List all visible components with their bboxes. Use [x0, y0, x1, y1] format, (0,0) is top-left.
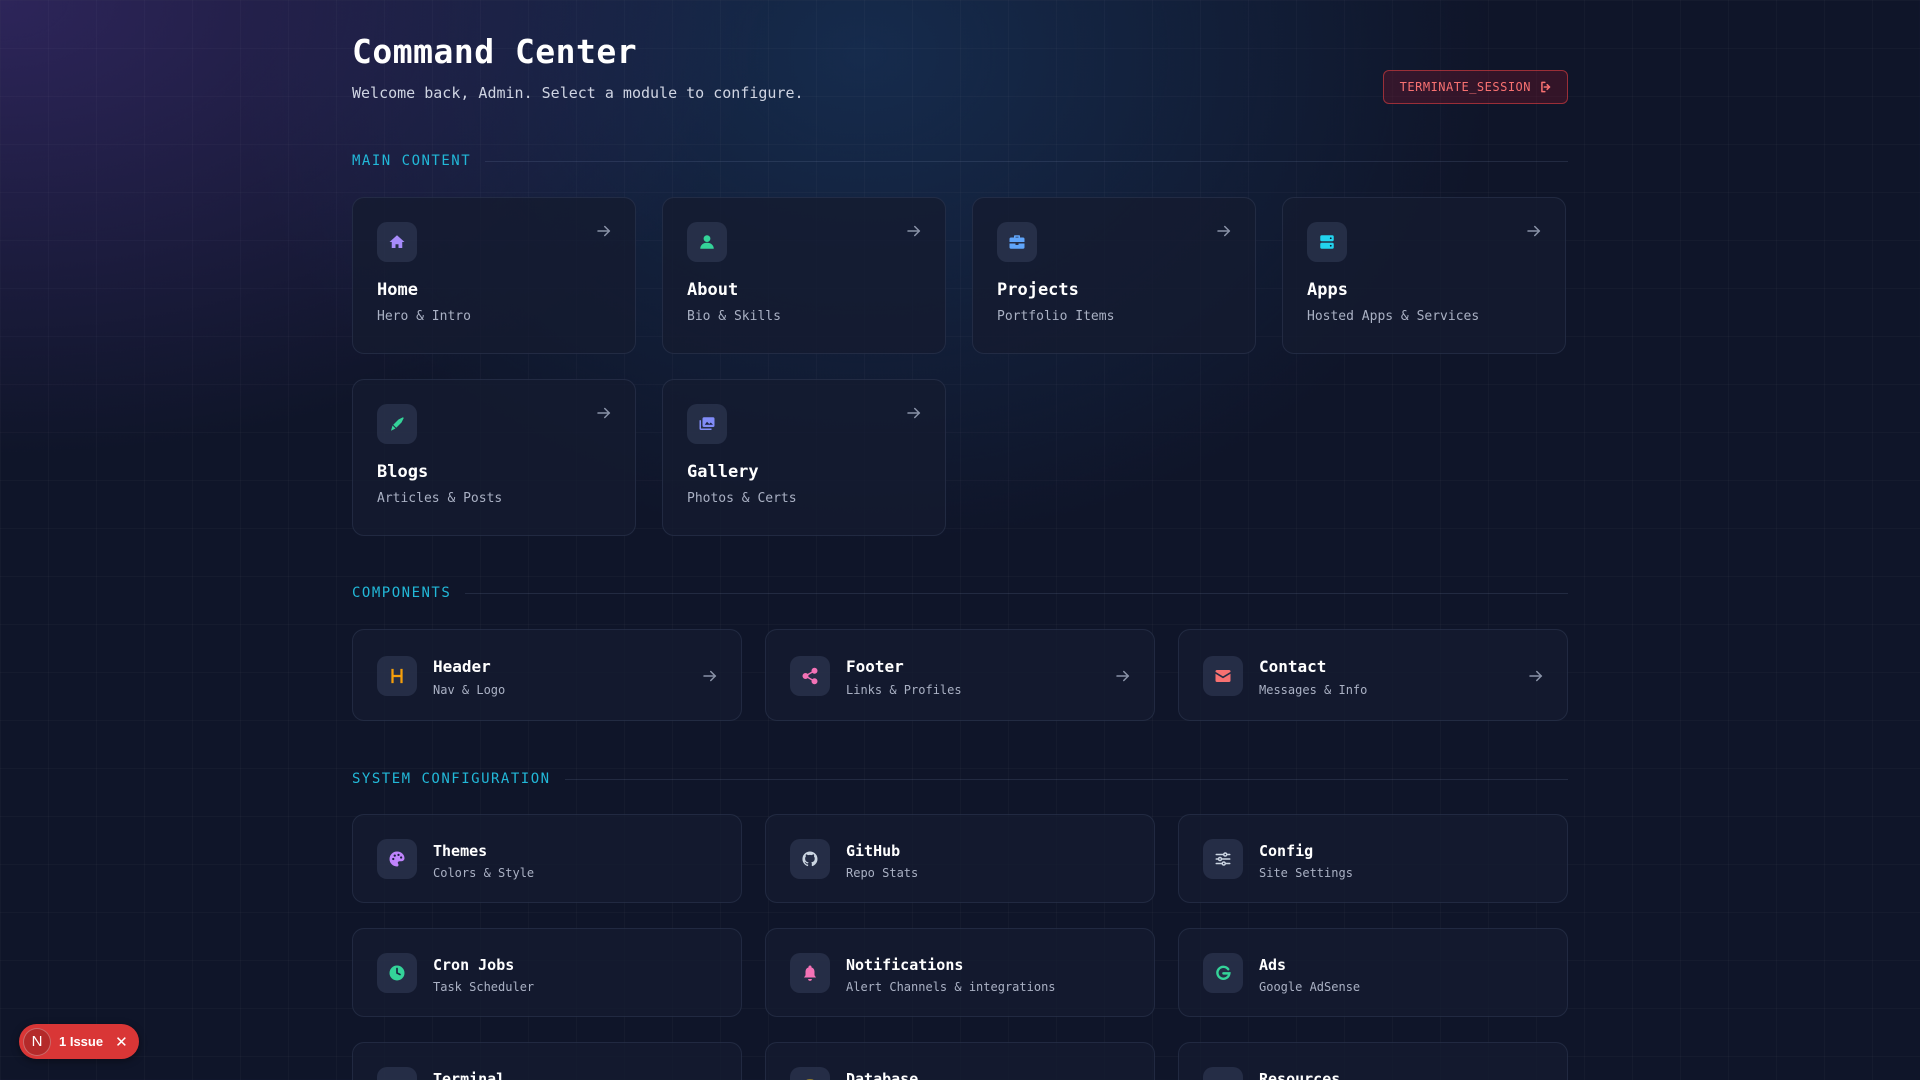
card-subtitle: Links & Profiles	[846, 683, 962, 697]
card-ads[interactable]: Ads Google AdSense	[1178, 928, 1568, 1017]
card-subtitle: Photos & Certs	[687, 491, 797, 506]
card-title: Terminal	[433, 1070, 506, 1080]
close-icon[interactable]: ✕	[115, 1033, 128, 1051]
card-config[interactable]: Config Site Settings	[1178, 814, 1568, 903]
card-title: Apps	[1307, 280, 1348, 300]
card-about[interactable]: About Bio & Skills	[662, 197, 946, 354]
card-subtitle: Repo Stats	[846, 866, 919, 880]
card-header[interactable]: Header Nav & Logo	[352, 629, 742, 721]
card-title: Cron Jobs	[433, 956, 515, 974]
card-title: Gallery	[687, 462, 759, 482]
card-subtitle: Articles & Posts	[377, 491, 503, 506]
arrow-right-icon	[597, 225, 611, 237]
card-resources[interactable]: Resources	[1178, 1042, 1568, 1080]
arrow-right-icon	[1527, 225, 1541, 237]
section-title: SYSTEM CONFIGURATION	[352, 771, 551, 787]
card-title: Projects	[997, 280, 1079, 300]
card-title: Header	[433, 657, 491, 676]
palette-icon	[377, 839, 417, 879]
card-contact[interactable]: Contact Messages & Info	[1178, 629, 1568, 721]
card-subtitle: Bio & Skills	[687, 309, 781, 324]
card-apps[interactable]: Apps Hosted Apps & Services	[1282, 197, 1566, 354]
card-subtitle: Colors & Style	[433, 866, 535, 880]
card-title: Blogs	[377, 462, 429, 482]
arrow-right-icon	[1116, 670, 1130, 682]
card-subtitle: Nav & Logo	[433, 683, 506, 697]
page-title: Command Center	[352, 32, 638, 71]
card-subtitle: Hero & Intro	[377, 309, 471, 324]
card-blogs[interactable]: Blogs Articles & Posts	[352, 379, 636, 536]
card-subtitle: Alert Channels & integrations	[846, 980, 1056, 994]
card-footer[interactable]: Footer Links & Profiles	[765, 629, 1155, 721]
card-subtitle: Google AdSense	[1259, 980, 1361, 994]
server-icon	[1307, 222, 1347, 262]
database-icon	[790, 1067, 830, 1080]
images-icon	[687, 404, 727, 444]
arrow-right-icon	[1529, 670, 1543, 682]
terminate-session-label: TERMINATE_SESSION	[1399, 80, 1531, 94]
resources-icon	[1203, 1067, 1243, 1080]
issues-badge[interactable]: N 1 Issue ✕	[19, 1024, 139, 1059]
issues-count-label: 1 Issue	[59, 1034, 104, 1049]
sliders-icon	[1203, 839, 1243, 879]
section-title: MAIN CONTENT	[352, 153, 472, 169]
card-cron-jobs[interactable]: Cron Jobs Task Scheduler	[352, 928, 742, 1017]
arrow-right-icon	[703, 670, 717, 682]
terminal-icon	[377, 1067, 417, 1080]
briefcase-icon	[997, 222, 1037, 262]
envelope-icon	[1203, 656, 1243, 696]
pen-icon	[377, 404, 417, 444]
section-components: COMPONENTS	[352, 585, 1568, 601]
bell-icon	[790, 953, 830, 993]
section-system-configuration: SYSTEM CONFIGURATION	[352, 771, 1568, 787]
card-subtitle: Task Scheduler	[433, 980, 535, 994]
arrow-right-icon	[907, 407, 921, 419]
card-subtitle: Hosted Apps & Services	[1307, 309, 1480, 324]
card-title: Footer	[846, 657, 904, 676]
card-title: Home	[377, 280, 418, 300]
section-divider	[564, 778, 1568, 780]
clock-icon	[377, 953, 417, 993]
arrow-right-icon	[1217, 225, 1231, 237]
card-title: About	[687, 280, 739, 300]
card-database[interactable]: Database	[765, 1042, 1155, 1080]
section-title: COMPONENTS	[352, 585, 452, 601]
card-title: Database	[846, 1070, 919, 1080]
section-divider	[485, 160, 1568, 162]
card-title: Notifications	[846, 956, 964, 974]
share-icon	[790, 656, 830, 696]
arrow-right-icon	[597, 407, 611, 419]
card-home[interactable]: Home Hero & Intro	[352, 197, 636, 354]
google-icon	[1203, 953, 1243, 993]
section-main-content: MAIN CONTENT	[352, 153, 1568, 169]
home-icon	[377, 222, 417, 262]
card-title: Resources	[1259, 1070, 1341, 1080]
user-icon	[687, 222, 727, 262]
github-icon	[790, 839, 830, 879]
card-projects[interactable]: Projects Portfolio Items	[972, 197, 1256, 354]
card-subtitle: Messages & Info	[1259, 683, 1368, 697]
logout-icon	[1541, 81, 1551, 93]
page-subtitle: Welcome back, Admin. Select a module to …	[352, 84, 804, 102]
card-github[interactable]: GitHub Repo Stats	[765, 814, 1155, 903]
card-title: Contact	[1259, 657, 1327, 676]
h-letter-icon	[377, 656, 417, 696]
section-divider	[465, 592, 1568, 594]
arrow-right-icon	[907, 225, 921, 237]
card-title: Config	[1259, 842, 1314, 860]
card-title: Themes	[433, 842, 488, 860]
card-notifications[interactable]: Notifications Alert Channels & integrati…	[765, 928, 1155, 1017]
card-gallery[interactable]: Gallery Photos & Certs	[662, 379, 946, 536]
nextjs-logo-icon: N	[23, 1027, 51, 1056]
card-title: Ads	[1259, 956, 1287, 974]
card-terminal[interactable]: Terminal	[352, 1042, 742, 1080]
card-subtitle: Site Settings	[1259, 866, 1353, 880]
card-themes[interactable]: Themes Colors & Style	[352, 814, 742, 903]
card-subtitle: Portfolio Items	[997, 309, 1115, 324]
terminate-session-button[interactable]: TERMINATE_SESSION	[1382, 70, 1568, 104]
card-title: GitHub	[846, 842, 901, 860]
